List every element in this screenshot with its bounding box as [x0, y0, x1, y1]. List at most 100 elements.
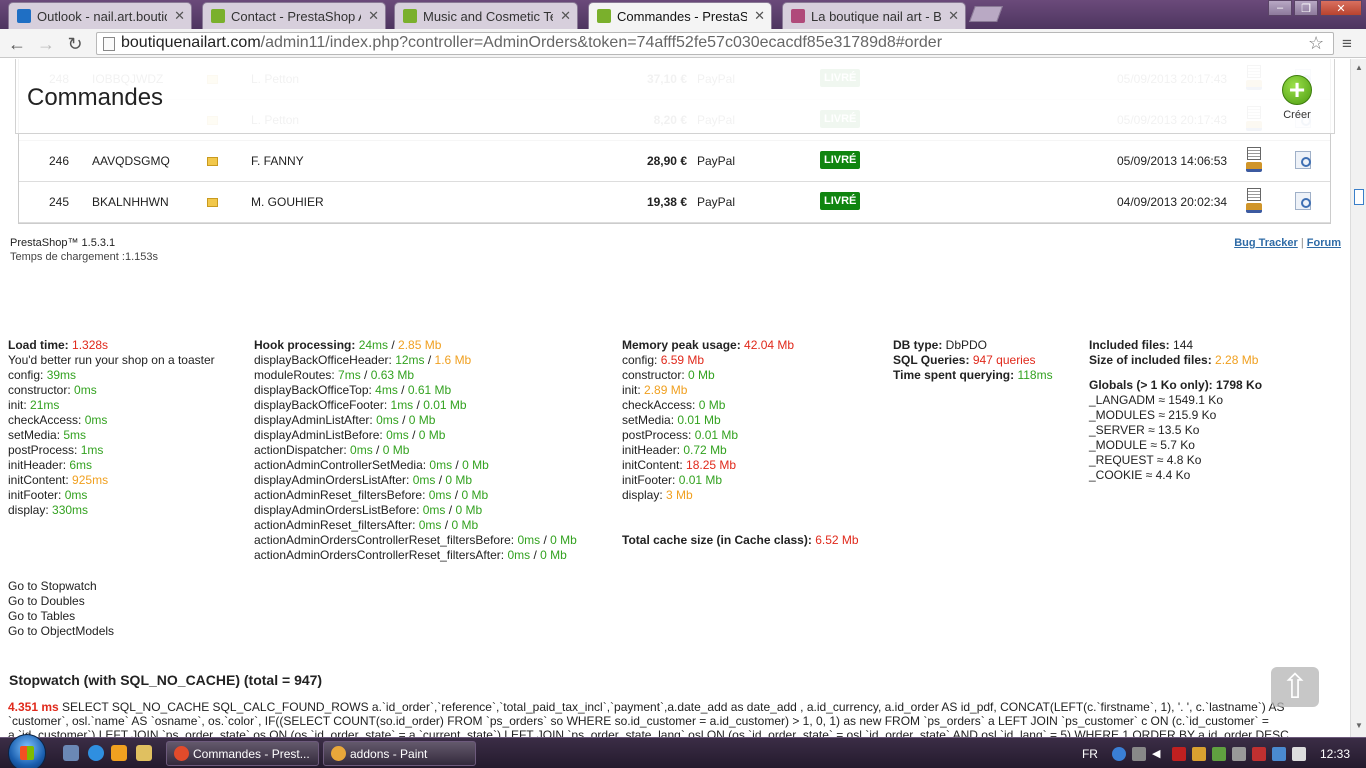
separator: /: [540, 533, 551, 547]
metric-label: display:: [8, 503, 53, 517]
metric-value: 0.72 Mb: [683, 443, 727, 457]
scroll-up-icon[interactable]: ▲: [1353, 63, 1365, 75]
back-to-top-button[interactable]: ⇧: [1271, 667, 1319, 707]
language-indicator[interactable]: FR: [1082, 747, 1098, 761]
acrobat-icon[interactable]: [1171, 746, 1186, 761]
start-button[interactable]: [8, 734, 46, 768]
tray-app-icon[interactable]: [1191, 746, 1206, 761]
metric-label: initHeader:: [8, 458, 70, 472]
hook-memory: 1.6 Mb: [434, 353, 472, 367]
metric-label: setMedia:: [622, 413, 678, 427]
page-scrollbar[interactable]: ▲ ▼: [1350, 59, 1366, 737]
tab-close-icon[interactable]: ✕: [560, 8, 571, 24]
maximize-button[interactable]: ❐: [1294, 0, 1318, 16]
taskbar-window-button[interactable]: addons - Paint: [323, 741, 476, 766]
goto-link[interactable]: Go to Doubles: [8, 594, 114, 609]
invoice-icon[interactable]: [1247, 188, 1261, 201]
back-arrow-icon[interactable]: ←: [6, 33, 28, 55]
file-explorer-icon[interactable]: [136, 745, 152, 761]
metric-value: 0ms: [84, 413, 108, 427]
browser-tab[interactable]: La boutique nail art - Bout ✕: [782, 2, 966, 29]
taskbar-window-button[interactable]: Commandes - Prest...: [166, 741, 319, 766]
hook-name: displayAdminOrdersListAfter:: [254, 473, 413, 487]
table-row[interactable]: 246 AAVQDSGMQ F. FANNY 28,90 € PayPal LIVRÉ 05…: [19, 141, 1330, 182]
global-var-row: _COOKIE ≈ 4.4 Ko: [1089, 468, 1191, 482]
internet-explorer-icon[interactable]: [88, 745, 104, 761]
new-tab-button[interactable]: [969, 6, 1003, 22]
order-date: 05/09/2013 14:06:53: [1117, 154, 1228, 168]
browser-menu-icon[interactable]: ≡: [1342, 34, 1352, 54]
hook-row: actionAdminOrdersControllerReset_filters…: [254, 548, 577, 563]
order-date: 04/09/2013 20:02:34: [1117, 195, 1228, 209]
help-icon[interactable]: [1111, 746, 1126, 761]
sql-query-entry: 4.351 ms SELECT SQL_NO_CACHE SQL_CALC_FO…: [8, 700, 1338, 737]
hook-name: actionAdminControllerSetMedia:: [254, 458, 430, 472]
hook-row: displayAdminOrdersListAfter: 0ms / 0 Mb: [254, 473, 577, 488]
metric-value: 0ms: [74, 383, 97, 397]
browser-tab[interactable]: Contact - PrestaShop Add ✕: [202, 2, 386, 29]
tab-close-icon[interactable]: ✕: [368, 8, 379, 24]
metric-value: 39ms: [46, 368, 77, 382]
hook-name: actionAdminOrdersControllerReset_filters…: [254, 548, 508, 562]
reload-icon[interactable]: ↻: [64, 33, 86, 55]
tray-app-icon[interactable]: [1251, 746, 1266, 761]
metric-label: checkAccess:: [8, 413, 85, 427]
browser-tab[interactable]: Outlook - nail.art.boutiqu ✕: [8, 2, 192, 29]
add-order-label[interactable]: Créer: [1282, 109, 1312, 121]
tab-close-icon[interactable]: ✕: [174, 8, 185, 24]
scrollbar-thumb[interactable]: [1354, 189, 1364, 205]
tab-close-icon[interactable]: ✕: [948, 8, 959, 24]
forum-link[interactable]: Forum: [1307, 237, 1341, 249]
sql-query-time: 4.351 ms: [8, 700, 59, 714]
tray-app-icon[interactable]: [1231, 746, 1246, 761]
system-tray: FR ◀ 12:33: [1082, 738, 1366, 768]
profiler-hooks: Hook processing: 24ms / 2.85 Mb displayB…: [254, 338, 577, 563]
goto-link[interactable]: Go to ObjectModels: [8, 624, 114, 639]
clock[interactable]: 12:33: [1320, 747, 1350, 761]
browser-tab[interactable]: Commandes - PrestaShop ✕: [588, 2, 772, 29]
hook-time: 0ms: [428, 488, 452, 502]
hook-memory: 0 Mb: [408, 413, 436, 427]
address-bar[interactable]: boutiquenailart.com/admin11/index.php?co…: [96, 32, 1334, 55]
bookmark-star-icon[interactable]: ☆: [1308, 33, 1324, 54]
add-order-button[interactable]: +: [1282, 75, 1312, 105]
taskbar-window-label: addons - Paint: [350, 747, 428, 761]
hook-memory: 0 Mb: [382, 443, 410, 457]
close-window-button[interactable]: ✕: [1320, 0, 1362, 16]
load-time-row: display: 330ms: [8, 503, 215, 518]
media-player-icon[interactable]: [111, 745, 127, 761]
network-icon[interactable]: [1271, 746, 1286, 761]
forward-arrow-icon[interactable]: →: [35, 33, 57, 55]
volume-icon[interactable]: [1291, 746, 1306, 761]
tab-close-icon[interactable]: ✕: [754, 8, 765, 24]
profiler-memory: Memory peak usage: 42.04 Mb config: 6.59…: [622, 338, 795, 502]
bug-tracker-link[interactable]: Bug Tracker: [1234, 237, 1298, 249]
show-desktop-icon[interactable]: [63, 745, 79, 761]
minimize-button[interactable]: –: [1268, 0, 1292, 16]
hook-memory: 0 Mb: [451, 518, 479, 532]
scroll-down-icon[interactable]: ▼: [1353, 721, 1365, 733]
separator: /: [452, 458, 463, 472]
delivery-slip-icon[interactable]: [1246, 162, 1262, 172]
hook-row: displayBackOfficeFooter: 1ms / 0.01 Mb: [254, 398, 577, 413]
view-order-icon[interactable]: [1295, 192, 1311, 210]
tray-expand-icon[interactable]: ◀: [1152, 747, 1166, 761]
metric-value: 6.59 Mb: [660, 353, 705, 367]
order-reference: BKALNHHWN: [92, 195, 169, 209]
view-order-icon[interactable]: [1295, 151, 1311, 169]
keyboard-icon[interactable]: [1131, 746, 1146, 761]
order-id: 246: [48, 154, 69, 168]
goto-link[interactable]: Go to Tables: [8, 609, 114, 624]
tray-app-icon[interactable]: [1211, 746, 1226, 761]
separator: /: [441, 518, 452, 532]
profiler-cache-size: Total cache size (in Cache class): 6.52 …: [622, 533, 859, 547]
separator: /: [408, 428, 419, 442]
goto-link[interactable]: Go to Stopwatch: [8, 579, 114, 594]
browser-tab[interactable]: Music and Cosmetic Teple ✕: [394, 2, 578, 29]
invoice-icon[interactable]: [1247, 147, 1261, 160]
hook-memory: 0.61 Mb: [407, 383, 452, 397]
delivery-slip-icon[interactable]: [1246, 203, 1262, 213]
table-row[interactable]: 245 BKALNHHWN M. GOUHIER 19,38 € PayPal LIVRÉ…: [19, 182, 1330, 223]
memory-row: setMedia: 0.01 Mb: [622, 413, 794, 428]
separator: /: [398, 413, 409, 427]
